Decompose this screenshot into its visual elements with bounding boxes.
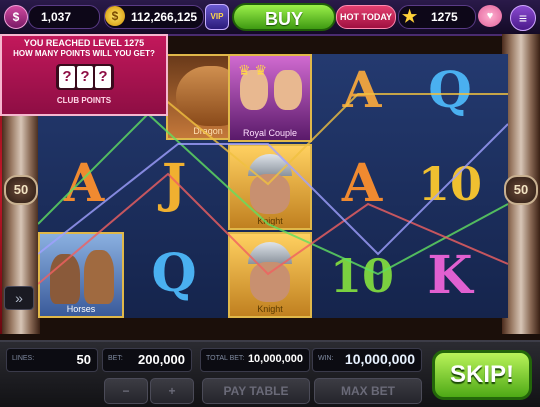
max-bet-button[interactable]: MAX BET (314, 378, 422, 404)
lines-field: LINES: 50 (6, 348, 98, 372)
total-bet-field: TOTAL BET: 10,000,000 (200, 348, 310, 372)
side-arrow-button[interactable]: » (4, 286, 34, 310)
popup-line-2: HOW MANY POINTS WILL YOU GET? (13, 49, 155, 58)
piggy-bank-icon[interactable]: ♥ (478, 5, 502, 27)
points-digit: ? (77, 66, 93, 88)
menu-icon[interactable]: $ (4, 5, 28, 29)
lines-value: 50 (76, 352, 91, 367)
level-up-popup[interactable]: YOU REACHED LEVEL 1275 HOW MANY POINTS W… (0, 34, 168, 116)
star-icon: ★ (402, 7, 418, 26)
hot-today-button[interactable]: HOT TODAY (336, 5, 396, 29)
win-field: WIN: 10,000,000 (312, 348, 422, 372)
coin-balance[interactable]: $ 112,266,125 (104, 5, 204, 29)
vip-icon[interactable]: VIP (205, 4, 229, 30)
level-value: 1,037 (41, 10, 72, 24)
lines-label: LINES: (12, 355, 35, 362)
club-points-label: CLUB POINTS (56, 96, 112, 105)
top-bar: $ 1,037 $ 112,266,125 VIP BUY HOT TODAY … (0, 0, 540, 36)
stars-value: 1275 (431, 10, 458, 24)
decrease-bet-button[interactable]: − (104, 378, 148, 404)
level-badge: 1,037 (28, 5, 100, 29)
bet-field: BET: 200,000 (102, 348, 192, 372)
coin-value: 112,266,125 (131, 10, 198, 24)
left-lines-badge: 50 (4, 175, 38, 205)
skip-button[interactable]: SKIP! (432, 350, 532, 400)
popup-line-1: YOU REACHED LEVEL 1275 (23, 38, 145, 48)
total-bet-label: TOTAL BET: (206, 355, 245, 362)
points-digit: ? (59, 66, 75, 88)
pay-table-button[interactable]: PAY TABLE (202, 378, 310, 404)
win-value: 10,000,000 (344, 351, 415, 367)
bet-label: BET: (108, 355, 123, 362)
stars-counter: ★ 1275 (398, 5, 476, 29)
total-bet-value: 10,000,000 (247, 353, 303, 365)
increase-bet-button[interactable]: + (150, 378, 194, 404)
right-lines-badge: 50 (504, 175, 538, 205)
buy-button[interactable]: BUY (232, 3, 336, 31)
club-points-counter: ? ? ? (56, 64, 114, 90)
points-digit: ? (95, 66, 111, 88)
win-label: WIN: (318, 355, 334, 362)
bet-value: 200,000 (138, 352, 185, 367)
hamburger-menu-icon[interactable]: ≡ (510, 5, 536, 31)
coin-icon: $ (105, 6, 125, 26)
